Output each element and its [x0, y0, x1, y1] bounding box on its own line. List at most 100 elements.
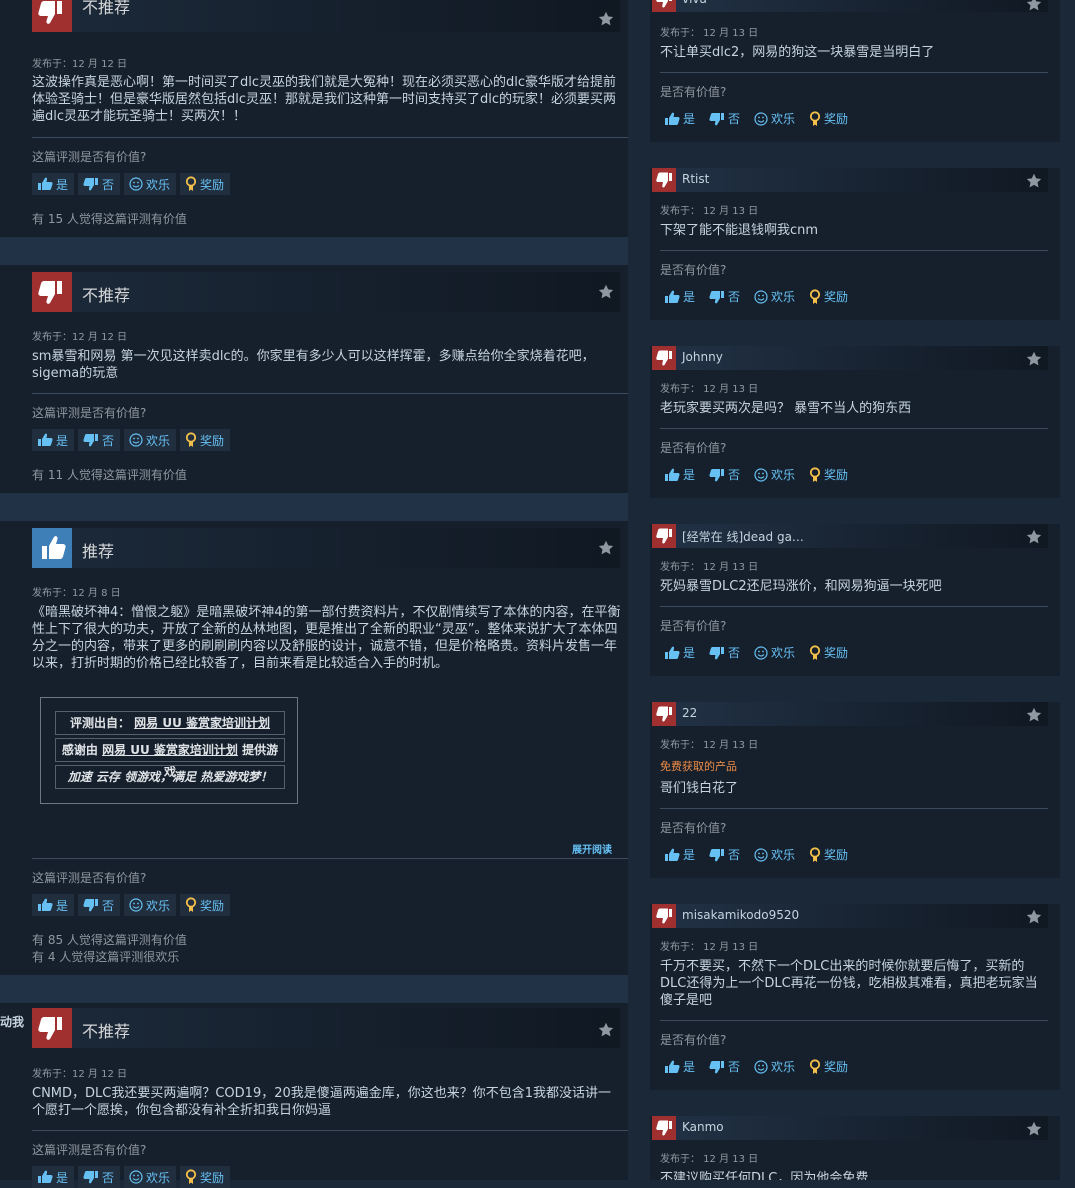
vote-yes-button[interactable]: 是 [660, 644, 699, 661]
star-icon[interactable] [598, 540, 614, 556]
award-label: 奖励 [824, 468, 849, 482]
thumbs-up-icon [665, 290, 680, 303]
vote-funny-button[interactable]: 欢乐 [124, 894, 177, 916]
review-date: 发布于： 12 月 13 日 [660, 384, 759, 395]
reviewer-name[interactable]: misakamikodo9520 [682, 908, 799, 922]
curator-link[interactable]: 网易 UU 鉴赏家培训计划 [134, 716, 270, 730]
review-verdict: 不推荐 [82, 0, 131, 17]
vote-yes-button[interactable]: 是 [32, 429, 75, 451]
reviewer-name[interactable]: 22 [682, 706, 697, 720]
free-product-tag: 免费获取的产品 [660, 760, 737, 773]
right-review-column: viva 发布于： 12 月 13 日 不让单买dlc2，网易的狗这一块暴雪是当… [650, 0, 1060, 1180]
star-icon[interactable] [1026, 707, 1042, 723]
vote-funny-label: 欢乐 [771, 112, 796, 126]
star-icon[interactable] [1026, 351, 1042, 367]
compact-review-card: misakamikodo9520 发布于： 12 月 13 日 千万不要买，不然… [650, 904, 1060, 1090]
vote-no-button[interactable]: 否 [78, 1166, 121, 1188]
star-icon[interactable] [1026, 173, 1042, 189]
reviewer-name[interactable]: Rtist [682, 172, 709, 186]
divider [32, 858, 628, 859]
reviewer-name[interactable]: Kanmo [682, 1120, 724, 1134]
vote-funny-button[interactable]: 欢乐 [750, 1058, 799, 1075]
review-header: 推荐 [32, 528, 620, 568]
award-icon [185, 432, 197, 447]
star-icon[interactable] [598, 284, 614, 300]
award-icon [809, 466, 821, 482]
thumbs-down-icon [709, 848, 725, 861]
helpful-count: 有 85 人觉得这篇评测有价值 [32, 933, 187, 947]
review-date: 发布于： 12 月 13 日 [660, 942, 759, 953]
thumbs-up-icon [38, 433, 53, 446]
vote-no-button[interactable]: 否 [705, 644, 744, 661]
reviewer-name[interactable]: viva [682, 0, 707, 6]
award-label: 奖励 [200, 177, 225, 192]
reviewer-name[interactable]: [经常在 线]dead ga… [682, 528, 804, 545]
reviewer-header: Rtist [652, 168, 1048, 192]
left-review-column: 不推荐 发布于：12 月 12 日 这波操作真是恶心啊！第一时间买了dlc灵巫的… [0, 0, 628, 1188]
vote-yes-button[interactable]: 是 [660, 466, 699, 483]
curator-label: 评测出自： [69, 716, 130, 730]
smiley-icon [754, 111, 768, 126]
vote-no-button[interactable]: 否 [705, 110, 744, 127]
vote-yes-button[interactable]: 是 [660, 846, 699, 863]
review-verdict: 不推荐 [82, 286, 131, 305]
vote-no-button[interactable]: 否 [705, 846, 744, 863]
thumbs-up-icon [38, 898, 53, 911]
vote-funny-button[interactable]: 欢乐 [124, 173, 177, 195]
vote-yes-button[interactable]: 是 [32, 1166, 75, 1188]
expand-review-link[interactable]: 展开阅读 [572, 841, 612, 856]
award-button[interactable]: 奖励 [805, 466, 852, 483]
vote-yes-button[interactable]: 是 [32, 894, 75, 916]
vote-no-button[interactable]: 否 [78, 894, 121, 916]
star-icon[interactable] [1026, 529, 1042, 545]
vote-funny-button[interactable]: 欢乐 [124, 1166, 177, 1188]
review-date: 发布于：12 月 12 日 [32, 59, 127, 70]
vote-no-button[interactable]: 否 [78, 429, 121, 451]
star-icon[interactable] [598, 1022, 614, 1038]
vote-yes-label: 是 [683, 646, 696, 660]
award-button[interactable]: 奖励 [805, 1058, 852, 1075]
vote-no-button[interactable]: 否 [705, 1058, 744, 1075]
award-label: 奖励 [824, 112, 849, 126]
vote-buttons: 是 否 欢乐 奖励 [660, 846, 852, 863]
award-button[interactable]: 奖励 [805, 644, 852, 661]
vote-no-button[interactable]: 否 [78, 173, 121, 195]
vote-funny-button[interactable]: 欢乐 [750, 466, 799, 483]
thumbs-up-icon [38, 1170, 53, 1183]
vote-yes-label: 是 [56, 433, 69, 448]
award-button[interactable]: 奖励 [180, 894, 231, 916]
vote-funny-button[interactable]: 欢乐 [750, 644, 799, 661]
vote-no-label: 否 [102, 898, 115, 913]
vote-funny-button[interactable]: 欢乐 [750, 110, 799, 127]
award-button[interactable]: 奖励 [805, 110, 852, 127]
smiley-icon [754, 289, 768, 304]
curator-link[interactable]: 网易 UU 鉴赏家培训计划 [102, 743, 238, 757]
vote-funny-label: 欢乐 [146, 177, 171, 192]
vote-funny-button[interactable]: 欢乐 [750, 288, 799, 305]
reviewer-name[interactable]: Johnny [682, 350, 723, 364]
star-icon[interactable] [1026, 0, 1042, 12]
review-text: sm暴雪和网易 第一次见这样卖dlc的。你家里有多少人可以这样挥霍，多赚点给你全… [32, 349, 595, 381]
award-button[interactable]: 奖励 [805, 288, 852, 305]
vote-yes-button[interactable]: 是 [660, 110, 699, 127]
vote-funny-button[interactable]: 欢乐 [124, 429, 177, 451]
vote-yes-label: 是 [683, 1060, 696, 1074]
review-date: 发布于： 12 月 13 日 [660, 740, 759, 751]
star-icon[interactable] [1026, 1121, 1042, 1137]
vote-no-button[interactable]: 否 [705, 466, 744, 483]
vote-yes-button[interactable]: 是 [660, 1058, 699, 1075]
star-icon[interactable] [1026, 909, 1042, 925]
review-date: 发布于： 12 月 13 日 [660, 206, 759, 217]
review-text: 下架了能不能退钱啊我cnm [660, 223, 819, 238]
helpful-count: 有 11 人觉得这篇评测有价值 [32, 468, 187, 482]
vote-yes-button[interactable]: 是 [660, 288, 699, 305]
thumbs-down-icon [83, 434, 99, 447]
vote-no-button[interactable]: 否 [705, 288, 744, 305]
vote-funny-button[interactable]: 欢乐 [750, 846, 799, 863]
vote-yes-button[interactable]: 是 [32, 173, 75, 195]
star-icon[interactable] [598, 11, 614, 27]
award-button[interactable]: 奖励 [180, 173, 231, 195]
award-button[interactable]: 奖励 [180, 1166, 231, 1188]
award-button[interactable]: 奖励 [805, 846, 852, 863]
award-button[interactable]: 奖励 [180, 429, 231, 451]
